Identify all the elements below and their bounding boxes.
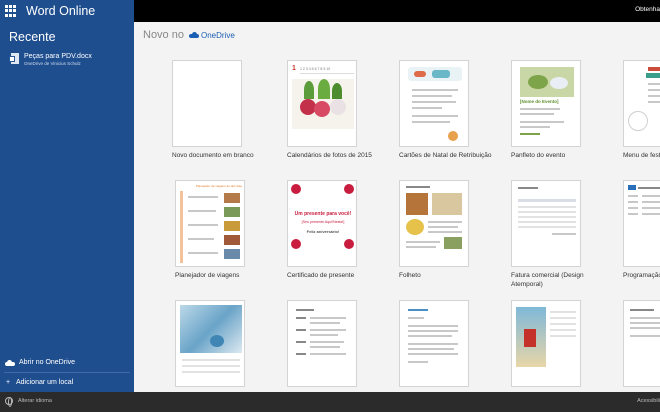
recent-document-location: OneDrive de Vinicius Schulz xyxy=(24,61,81,66)
gift-heading: Um presente para você! xyxy=(294,211,352,217)
template-label: Certificado de presente xyxy=(287,272,355,279)
open-onedrive-link[interactable]: Abrir no OneDrive xyxy=(0,353,134,372)
accessibility-link[interactable]: Acessibili xyxy=(637,398,660,404)
top-bar: Obtenha xyxy=(134,0,660,22)
template-resume[interactable] xyxy=(287,300,387,392)
gallery-title: Novo no xyxy=(143,29,184,41)
add-location-link[interactable]: + Adicionar um local xyxy=(0,373,134,392)
template-conference-schedule[interactable]: Programação de Conferência xyxy=(623,180,660,281)
globe-icon xyxy=(5,397,13,407)
gift-footer: Feliz aniversário! xyxy=(306,229,340,234)
template-gift-certificate[interactable]: Um presente para você! [Seu presente Aqu… xyxy=(287,180,387,281)
template-christmas-cards[interactable]: Cartões de Natal de Retribuição xyxy=(399,60,499,161)
template-label: Novo documento em branco xyxy=(172,152,254,159)
cloud-icon xyxy=(5,359,15,366)
template-blank-document[interactable]: Novo documento em branco xyxy=(172,60,272,161)
app-launcher-icon[interactable] xyxy=(5,5,17,17)
sidebar: Word Online Recente Peças para PDV.docx … xyxy=(0,0,134,392)
template-thumbnail xyxy=(399,180,469,267)
get-app-link[interactable]: Obtenha xyxy=(635,6,660,13)
template-party-menu[interactable]: Menu de festa xyxy=(623,60,660,161)
template-label: Panfleto do evento xyxy=(511,152,566,159)
onedrive-icon xyxy=(188,32,199,38)
template-photo-calendar-winter[interactable] xyxy=(175,300,275,392)
event-title: [Nome do Evento] xyxy=(520,99,559,104)
template-event-flyer[interactable]: [Nome do Evento] Panfleto do evento xyxy=(511,60,611,161)
template-travel-planner[interactable]: Planejador de viagens de dez dias Planej… xyxy=(175,180,275,281)
template-label: Planejador de viagens xyxy=(175,272,240,279)
template-label: Cartões de Natal de Retribuição xyxy=(399,152,492,159)
template-gallery: Novo no OneDrive Novo documento em branc… xyxy=(134,22,660,392)
template-brochure[interactable]: Folheto xyxy=(399,180,499,281)
template-report[interactable] xyxy=(623,300,660,392)
brochure-photo xyxy=(444,237,462,249)
planner-title: Planejador de viagens de dez dias xyxy=(196,184,242,188)
word-document-icon xyxy=(9,53,19,65)
gallery-header: Novo no OneDrive xyxy=(143,29,235,41)
change-language-label: Alterar idioma xyxy=(18,398,52,404)
template-photo-calendar[interactable]: 1 1 2 3 4 5 6 7 8 9 10 Calendários de fo… xyxy=(287,60,387,161)
template-thumbnail xyxy=(172,60,242,147)
sidebar-footer: Abrir no OneDrive + Adicionar um local xyxy=(0,353,134,392)
word-online-app: Word Online Recente Peças para PDV.docx … xyxy=(0,0,660,412)
app-title: Word Online xyxy=(26,4,96,18)
recent-document[interactable]: Peças para PDV.docx OneDrive de Vinicius… xyxy=(0,44,134,67)
status-bar: Alterar idioma Acessibili xyxy=(0,392,660,412)
template-label: Calendários de fotos de 2015 xyxy=(287,152,372,159)
brochure-photo xyxy=(406,219,424,235)
radish-photo xyxy=(292,79,354,129)
template-thumbnail: Planejador de viagens de dez dias xyxy=(175,180,245,267)
plus-icon: + xyxy=(5,379,11,386)
template-photo-calendar-beach[interactable] xyxy=(511,300,611,392)
gift-decoration xyxy=(344,239,354,249)
template-thumbnail xyxy=(623,180,660,267)
template-label: Programação de Conferência xyxy=(623,272,660,279)
template-label: Folheto xyxy=(399,272,421,279)
template-thumbnail xyxy=(623,60,660,147)
template-thumbnail: Um presente para você! [Seu presente Aqu… xyxy=(287,180,357,267)
calendar-numbers: 1 2 3 4 5 6 7 8 9 10 xyxy=(300,67,331,71)
event-photo xyxy=(520,67,574,97)
open-onedrive-label: Abrir no OneDrive xyxy=(19,359,76,366)
recent-heading: Recente xyxy=(9,30,56,44)
template-label: Menu de festa xyxy=(623,152,660,159)
brochure-photo xyxy=(406,193,428,215)
change-language-link[interactable]: Alterar idioma xyxy=(5,397,52,407)
template-letter[interactable] xyxy=(399,300,499,392)
template-commercial-invoice[interactable]: Fatura comercial (Design Atemporal) xyxy=(511,180,611,289)
app-header: Word Online xyxy=(0,0,134,22)
gift-decoration xyxy=(291,239,301,249)
template-thumbnail xyxy=(511,180,581,267)
template-thumbnail xyxy=(287,300,357,387)
gift-decoration xyxy=(291,184,301,194)
template-thumbnail xyxy=(399,60,469,147)
template-thumbnail xyxy=(511,300,581,387)
template-thumbnail xyxy=(175,300,245,387)
gift-body: [Seu presente Aqui!Nesta!] xyxy=(301,220,345,224)
gift-decoration xyxy=(344,184,354,194)
onedrive-label: OneDrive xyxy=(200,30,235,40)
ice-photo xyxy=(180,305,242,353)
brochure-photo xyxy=(432,193,462,215)
template-thumbnail: [Nome do Evento] xyxy=(511,60,581,147)
template-thumbnail xyxy=(399,300,469,387)
template-thumbnail: 1 1 2 3 4 5 6 7 8 9 10 xyxy=(287,60,357,147)
template-label: Fatura comercial (Design Atemporal) xyxy=(511,272,584,288)
add-location-label: Adicionar um local xyxy=(16,379,74,386)
recent-document-name: Peças para PDV.docx xyxy=(24,53,92,60)
template-thumbnail xyxy=(623,300,660,387)
